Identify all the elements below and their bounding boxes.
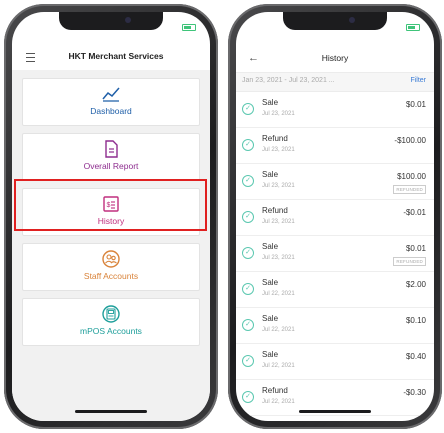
check-circle-icon: ✓ (242, 319, 254, 331)
transaction-list: ✓ Sale Jul 23, 2021 $0.01 ✓ Refund Jul 2… (236, 92, 434, 421)
transaction-date: Jul 22, 2021 (262, 399, 295, 405)
transaction-date: Jul 23, 2021 (262, 255, 295, 261)
transaction-amount: $100.00 (397, 172, 426, 181)
transaction-row[interactable]: ✓ Refund Jul 23, 2021 -$0.01 (236, 200, 434, 236)
date-range-selector[interactable]: Jan 23, 2021 - Jul 23, 2021 ... (242, 77, 335, 84)
transaction-type: Sale (262, 170, 279, 179)
transaction-type: Refund (262, 386, 288, 395)
menu-item-staff-accounts[interactable]: Staff Accounts (22, 243, 200, 291)
transaction-row[interactable]: ✓ Sale Jul 23, 2021 $0.01 (236, 92, 434, 128)
menu-item-label: Overall Report (83, 161, 139, 171)
transaction-type: Sale (262, 98, 279, 107)
transaction-type: Sale (262, 242, 279, 251)
menu-item-overall-report[interactable]: Overall Report (22, 133, 200, 181)
transaction-amount: -$0.30 (403, 388, 426, 397)
check-circle-icon: ✓ (242, 391, 254, 403)
check-circle-icon: ✓ (242, 355, 254, 367)
transaction-date: Jul 22, 2021 (262, 363, 295, 369)
check-circle-icon: ✓ (242, 103, 254, 115)
transaction-row[interactable]: ✓ Sale Jul 22, 2021 $2.00 (236, 272, 434, 308)
filter-button[interactable]: Filter (410, 77, 426, 84)
menu-item-dashboard[interactable]: Dashboard (22, 78, 200, 126)
transaction-type: Refund (262, 206, 288, 215)
hamburger-menu-icon[interactable] (26, 53, 35, 62)
transaction-date: Jul 23, 2021 (262, 111, 295, 117)
staff-icon (102, 250, 120, 268)
transaction-amount: -$0.01 (403, 208, 426, 217)
transaction-row[interactable]: ✓ Sale Jul 23, 2021 $100.00 REFUNDED (236, 164, 434, 200)
home-indicator (299, 410, 371, 413)
check-circle-icon: ✓ (242, 283, 254, 295)
transaction-type: Sale (262, 350, 279, 359)
notch (59, 12, 163, 30)
check-circle-icon: ✓ (242, 175, 254, 187)
transaction-row[interactable]: ✓ Sale Jul 22, 2021 $0.40 (236, 344, 434, 380)
right-phone-frame: ← History Jan 23, 2021 - Jul 23, 2021 ..… (228, 4, 442, 429)
transaction-amount: $0.40 (405, 352, 426, 361)
transaction-type: Sale (262, 314, 279, 323)
notch (283, 12, 387, 30)
transaction-date: Jul 22, 2021 (262, 291, 295, 297)
pos-terminal-icon (102, 305, 120, 323)
page-title: History (321, 53, 349, 63)
history-header: ← History (236, 48, 434, 68)
chart-line-icon (102, 87, 120, 102)
transaction-type: Sale (262, 278, 279, 287)
transaction-amount: $0.01 (405, 100, 426, 109)
refunded-badge: REFUNDED (393, 257, 426, 266)
filter-bar: Jan 23, 2021 - Jul 23, 2021 ... Filter (236, 72, 434, 92)
transaction-row[interactable]: ✓ Sale Jul 23, 2021 $0.01 REFUNDED (236, 236, 434, 272)
transaction-date: Jul 23, 2021 (262, 219, 295, 225)
transaction-date: Jul 22, 2021 (262, 327, 295, 333)
battery-icon (406, 24, 420, 31)
app-header: HKT Merchant Services (12, 48, 210, 68)
transaction-row[interactable]: ✓ Refund Jul 23, 2021 -$100.00 (236, 128, 434, 164)
menu-list: Dashboard Overall Report $ History Staff… (12, 70, 210, 421)
battery-icon (182, 24, 196, 31)
transaction-amount: $0.10 (405, 316, 426, 325)
menu-item-label: mPOS Accounts (80, 326, 142, 336)
document-icon (105, 140, 118, 158)
menu-item-mpos-accounts[interactable]: mPOS Accounts (22, 298, 200, 346)
transaction-amount: $0.01 (405, 244, 426, 253)
check-circle-icon: ✓ (242, 139, 254, 151)
check-circle-icon: ✓ (242, 247, 254, 259)
check-circle-icon: ✓ (242, 211, 254, 223)
menu-item-label: Staff Accounts (83, 271, 139, 281)
transaction-amount: $2.00 (405, 280, 426, 289)
showcase: HKT Merchant Services Dashboard Overall … (0, 0, 444, 433)
history-screen: ← History Jan 23, 2021 - Jul 23, 2021 ..… (236, 12, 434, 421)
transaction-date: Jul 23, 2021 (262, 183, 295, 189)
history-highlight-box (14, 179, 207, 231)
refunded-badge: REFUNDED (393, 185, 426, 194)
transaction-amount: -$100.00 (394, 136, 426, 145)
transaction-date: Jul 23, 2021 (262, 147, 295, 153)
menu-item-label: Dashboard (90, 106, 132, 116)
transaction-type: Refund (262, 134, 288, 143)
app-title: HKT Merchant Services (68, 51, 164, 61)
home-indicator (75, 410, 147, 413)
transaction-row[interactable]: ✓ Sale Jul 22, 2021 $0.10 (236, 308, 434, 344)
